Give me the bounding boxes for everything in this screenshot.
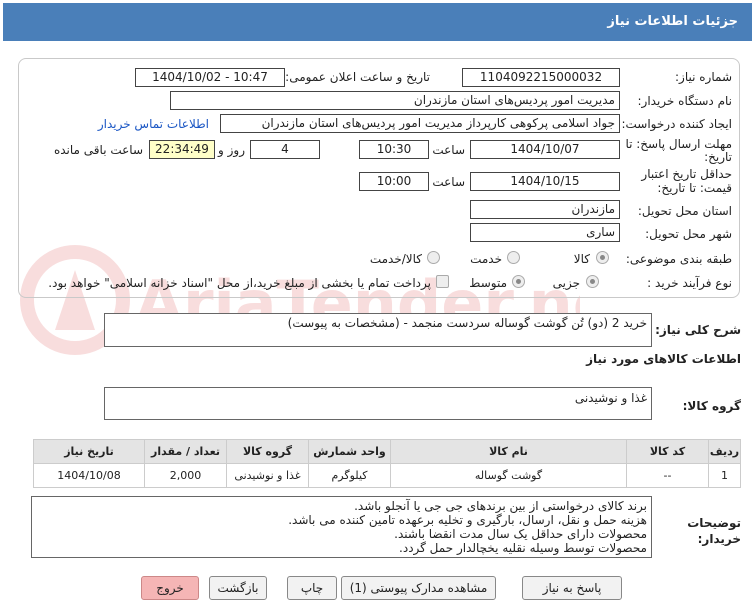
treasury-payment-note: پرداخت تمام یا بخشی از مبلغ خرید،از محل … [48, 276, 431, 290]
need-number-label: شماره نیاز: [675, 70, 732, 84]
goods-table: ردیف کد کالا نام کالا واحد شمارش گروه کا… [33, 439, 741, 488]
reply-button[interactable]: پاسخ به نیاز [522, 576, 622, 600]
col-group: گروه کالا [226, 439, 309, 464]
col-quantity: تعداد / مقدار [144, 439, 227, 464]
cell-name: گوشت گوساله [390, 463, 627, 488]
cell-quantity: 2,000 [144, 463, 227, 488]
col-name: نام کالا [390, 439, 627, 464]
cell-unit: کیلوگرم [308, 463, 391, 488]
validity-time-label: ساعت [432, 175, 465, 189]
days-field: 4 [250, 140, 320, 159]
table-header-row: ردیف کد کالا نام کالا واحد شمارش گروه کا… [33, 439, 741, 464]
cell-code: -- [626, 463, 709, 488]
deadline-time-label: ساعت [432, 143, 465, 157]
col-date: تاریخ نیاز [33, 439, 145, 464]
category-goods-radio[interactable] [596, 251, 609, 264]
category-service-radio[interactable] [507, 251, 520, 264]
goods-section-title: اطلاعات کالاهای مورد نیاز [586, 352, 741, 366]
process-partial-label: جزیی [552, 276, 580, 290]
goods-group-field: غذا و نوشیدنی [104, 387, 652, 420]
category-goods-service-label: کالا/خدمت [369, 252, 422, 266]
remaining-time-field: 22:34:49 [149, 140, 215, 159]
page-title: جزئیات اطلاعات نیاز [607, 14, 738, 29]
notes-line: برند کالای درخواستی از بین برندهای جی جی… [354, 499, 647, 513]
category-goods-label: کالا [573, 252, 590, 266]
buyer-label: نام دستگاه خریدار: [637, 94, 733, 108]
table-row: 1 -- گوشت گوساله کیلوگرم غذا و نوشیدنی 2… [33, 463, 741, 488]
category-label: طبقه بندی موضوعی: [625, 252, 732, 266]
col-row: ردیف [708, 439, 741, 464]
process-label: نوع فرآیند خرید : [647, 276, 732, 290]
treasury-payment-checkbox[interactable] [436, 275, 449, 288]
deadline-label-2: تاریخ: [704, 150, 732, 164]
buyer-field: مدیریت امور پردیس‌های استان مازندران [170, 91, 620, 110]
remaining-label: ساعت باقی مانده [53, 143, 143, 157]
notes-line: محصولات توسط وسیله نقلیه یخچالدار حمل گر… [399, 541, 647, 555]
days-label: روز و [218, 143, 245, 157]
province-label: استان محل تحویل: [637, 204, 732, 218]
province-field: مازندران [470, 200, 620, 219]
notes-line: محصولات دارای حداقل یک سال مدت انقضا باش… [394, 527, 647, 541]
validity-label: حداقل تاریخ اعتبار [641, 167, 732, 181]
summary-text: خرید 2 (دو) تُن گوشت گوساله سردست منجمد … [287, 316, 647, 330]
goods-group-text: غذا و نوشیدنی [574, 391, 647, 405]
notes-field: برند کالای درخواستی از بین برندهای جی جی… [31, 496, 652, 558]
summary-label: شرح کلی نیاز: [655, 323, 741, 337]
announce-label: تاریخ و ساعت اعلان عمومی: [285, 70, 430, 84]
summary-field: خرید 2 (دو) تُن گوشت گوساله سردست منجمد … [104, 313, 652, 347]
city-field: ساری [470, 223, 620, 242]
goods-group-label: گروه کالا: [682, 399, 741, 413]
creator-field: جواد اسلامی پرکوهی کارپرداز مدیریت امور … [220, 114, 620, 133]
view-docs-button[interactable]: مشاهده مدارک پیوستی (1) [341, 576, 496, 600]
exit-button[interactable]: خروج [141, 576, 199, 600]
notes-label-2: خریدار: [697, 532, 741, 546]
print-button[interactable]: چاپ [287, 576, 337, 600]
process-partial-radio[interactable] [586, 275, 599, 288]
category-service-label: خدمت [470, 252, 502, 266]
process-medium-radio[interactable] [512, 275, 525, 288]
validity-date-field: 1404/10/15 [470, 172, 620, 191]
city-label: شهر محل تحویل: [645, 227, 732, 241]
cell-group: غذا و نوشیدنی [226, 463, 309, 488]
deadline-time-field: 10:30 [359, 140, 429, 159]
process-medium-label: متوسط [469, 276, 507, 290]
validity-time-field: 10:00 [359, 172, 429, 191]
deadline-label: مهلت ارسال پاسخ: تا [625, 137, 732, 151]
page-header: جزئیات اطلاعات نیاز [3, 3, 752, 41]
back-button[interactable]: بازگشت [209, 576, 267, 600]
cell-row: 1 [708, 463, 741, 488]
notes-label: توضیحات [687, 516, 741, 530]
creator-label: ایجاد کننده درخواست: [621, 117, 732, 131]
cell-date: 1404/10/08 [33, 463, 145, 488]
contact-buyer-link[interactable]: اطلاعات تماس خریدار [98, 117, 209, 131]
notes-line: هزینه حمل و نقل، ارسال، بارگیری و تخلیه … [288, 513, 647, 527]
need-number-field: 1104092215000032 [462, 68, 620, 87]
deadline-date-field: 1404/10/07 [470, 140, 620, 159]
category-goods-service-radio[interactable] [427, 251, 440, 264]
announce-field: 1404/10/02 - 10:47 [135, 68, 285, 87]
col-code: کد کالا [626, 439, 709, 464]
col-unit: واحد شمارش [308, 439, 391, 464]
validity-label-2: قیمت: تا تاریخ: [657, 181, 732, 195]
